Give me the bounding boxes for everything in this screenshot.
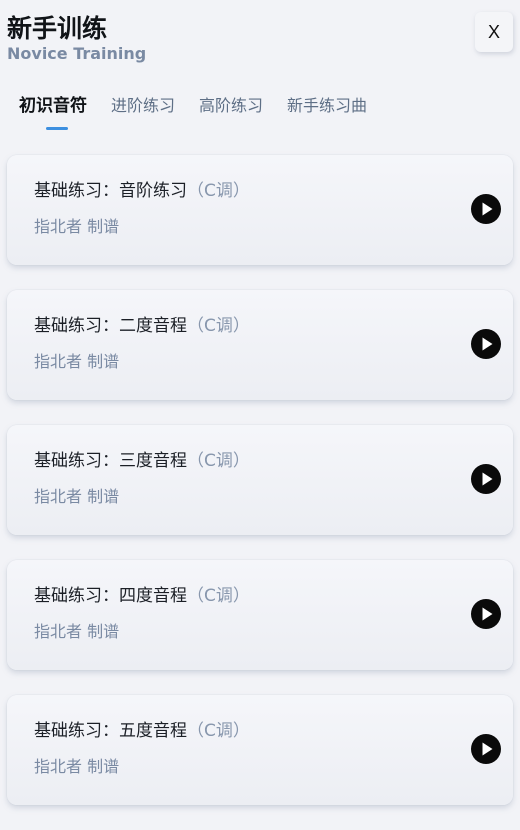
tab-bar: 初识音符 进阶练习 高阶练习 新手练习曲 — [19, 94, 391, 134]
lesson-title-text: 基础练习：四度音程 — [34, 586, 187, 606]
tab-intermediate[interactable]: 进阶练习 — [111, 94, 175, 134]
play-icon[interactable] — [471, 329, 501, 359]
lesson-author: 指北者 制谱 — [34, 757, 120, 776]
lesson-title: 基础练习：音阶练习（C调） — [34, 179, 250, 203]
lesson-card[interactable]: 基础练习：二度音程（C调） 指北者 制谱 — [7, 290, 513, 400]
page-subtitle: Novice Training — [7, 44, 147, 63]
play-icon[interactable] — [471, 734, 501, 764]
tab-label: 初识音符 — [19, 96, 87, 116]
lesson-author: 指北者 制谱 — [34, 622, 120, 641]
lesson-card[interactable]: 基础练习：四度音程（C调） 指北者 制谱 — [7, 560, 513, 670]
lesson-card[interactable]: 基础练习：五度音程（C调） 指北者 制谱 — [7, 695, 513, 805]
lesson-author: 指北者 制谱 — [34, 487, 120, 506]
tab-novice-etudes[interactable]: 新手练习曲 — [287, 94, 367, 134]
header: 新手训练 Novice Training X — [7, 10, 513, 74]
page-title: 新手训练 — [7, 14, 108, 43]
lesson-title-text: 基础练习：五度音程 — [34, 721, 187, 741]
lesson-key: （C调） — [187, 316, 250, 336]
lesson-title: 基础练习：二度音程（C调） — [34, 314, 250, 338]
lesson-title-text: 基础练习：三度音程 — [34, 451, 187, 471]
lesson-key: （C调） — [187, 721, 250, 741]
close-icon: X — [487, 21, 500, 42]
play-icon[interactable] — [471, 194, 501, 224]
lesson-author: 指北者 制谱 — [34, 217, 120, 236]
lesson-title-text: 基础练习：音阶练习 — [34, 181, 187, 201]
lesson-author: 指北者 制谱 — [34, 352, 120, 371]
play-icon[interactable] — [471, 599, 501, 629]
lesson-title: 基础练习：三度音程（C调） — [34, 449, 250, 473]
lesson-key: （C调） — [187, 586, 250, 606]
lesson-card[interactable]: 基础练习：三度音程（C调） 指北者 制谱 — [7, 425, 513, 535]
lesson-key: （C调） — [187, 181, 250, 201]
tab-label: 新手练习曲 — [287, 96, 368, 115]
close-button[interactable]: X — [475, 12, 513, 52]
lesson-key: （C调） — [187, 451, 250, 471]
lesson-title-text: 基础练习：二度音程 — [34, 316, 187, 336]
active-tab-indicator — [46, 127, 68, 130]
tab-advanced[interactable]: 高阶练习 — [199, 94, 263, 134]
play-icon[interactable] — [471, 464, 501, 494]
lesson-list: 基础练习：音阶练习（C调） 指北者 制谱 基础练习：二度音程（C调） 指北者 制… — [7, 155, 515, 830]
tab-beginner-notes[interactable]: 初识音符 — [19, 94, 87, 134]
lesson-card[interactable]: 基础练习：音阶练习（C调） 指北者 制谱 — [7, 155, 513, 265]
lesson-title: 基础练习：四度音程（C调） — [34, 584, 250, 608]
tab-label: 进阶练习 — [111, 96, 176, 115]
lesson-title: 基础练习：五度音程（C调） — [34, 719, 250, 743]
tab-label: 高阶练习 — [199, 96, 264, 115]
